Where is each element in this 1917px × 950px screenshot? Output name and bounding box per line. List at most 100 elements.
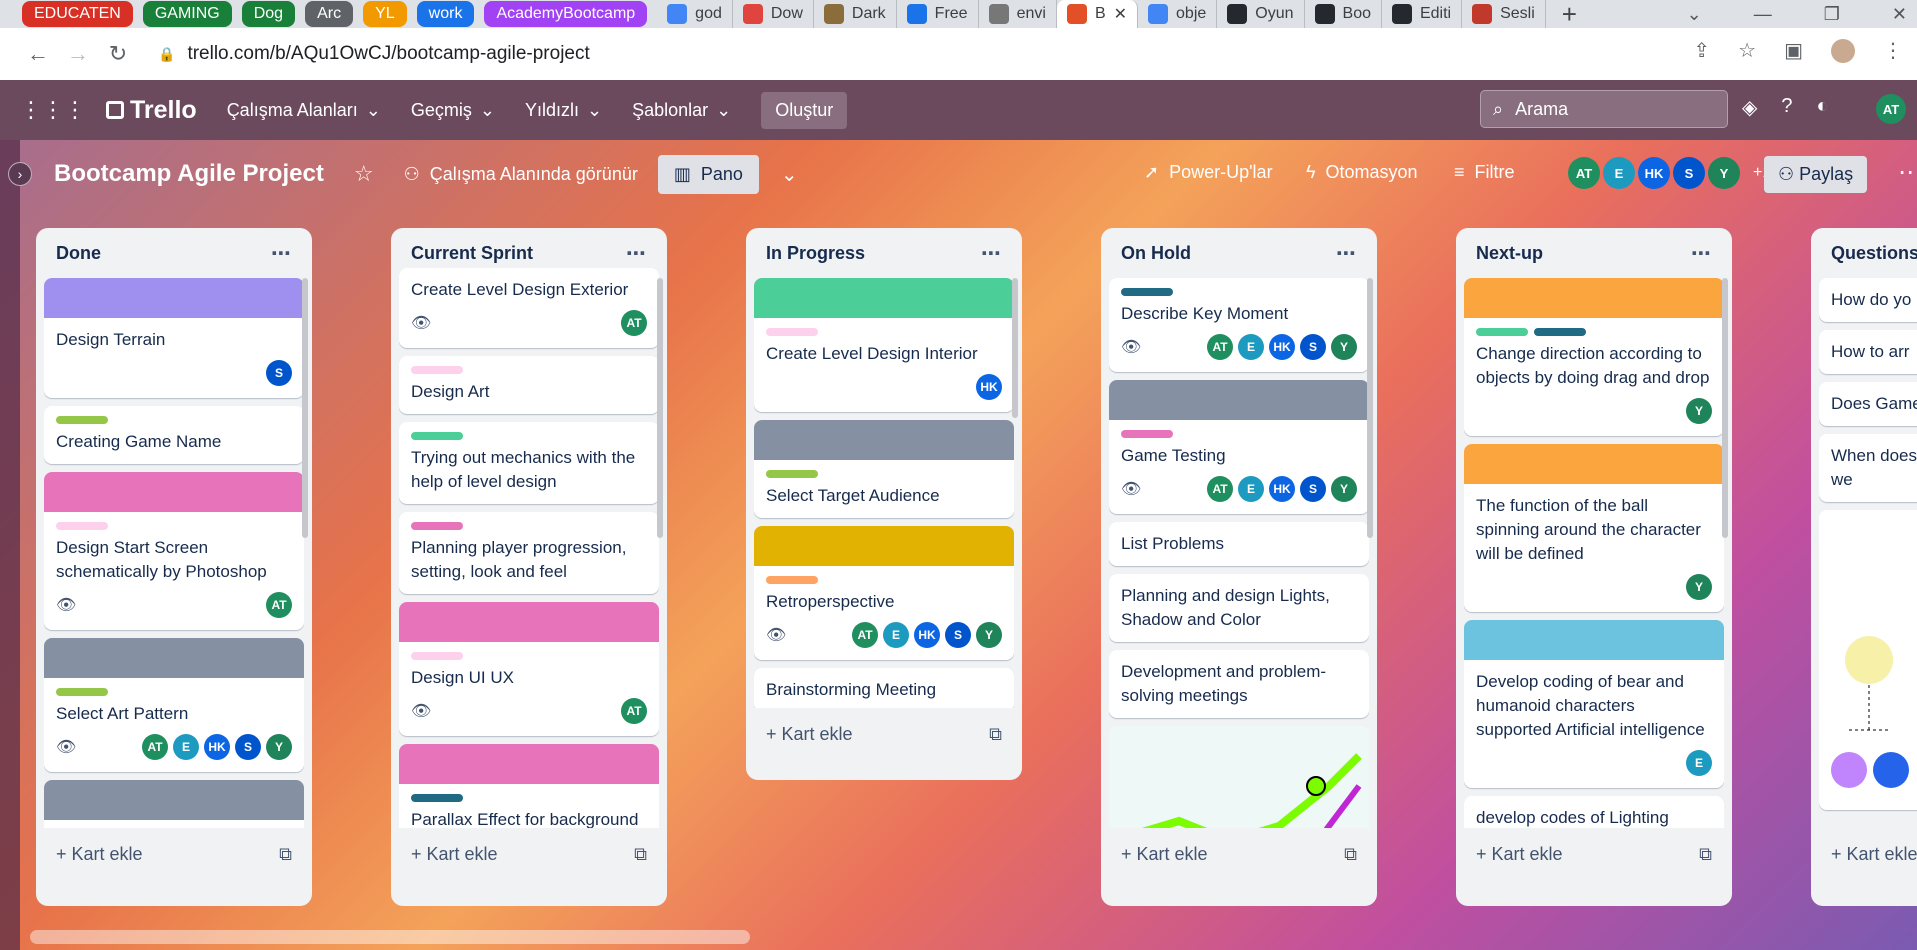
list-menu-icon[interactable]: ⋯ [271,241,292,266]
new-tab-icon[interactable]: + [1562,0,1577,30]
visibility-button[interactable]: ⚇ Çalışma Alanında görünür [404,164,638,185]
filter-button[interactable]: ≡ Filtre [1454,162,1515,183]
browser-tab[interactable]: Sesli [1462,0,1546,28]
member-avatar[interactable]: S [945,622,971,648]
member-avatar[interactable]: Y [1686,398,1712,424]
browser-tab[interactable]: god [657,0,733,28]
back-icon[interactable]: ← [18,41,58,67]
card[interactable]: Does Game [1819,382,1917,426]
minimize-button[interactable]: — [1754,4,1772,25]
tab-group-chip[interactable]: Dog [241,1,296,27]
help-icon[interactable]: ? [1781,95,1792,120]
apps-grid-icon[interactable]: ⋮⋮⋮ [20,97,86,123]
create-from-template-icon[interactable]: ⧉ [989,724,1002,745]
card-label[interactable] [411,432,463,440]
close-window-button[interactable]: ✕ [1892,4,1907,25]
create-from-template-icon[interactable]: ⧉ [279,844,292,865]
card[interactable]: Develop coding of bear and humanoid char… [1464,620,1724,788]
create-from-template-icon[interactable]: ⧉ [1699,844,1712,865]
list-title[interactable]: Next-up [1476,243,1543,264]
member-avatar[interactable]: HK [1269,334,1295,360]
board-menu-icon[interactable]: ⋯ [1898,158,1917,187]
member-avatar[interactable]: Y [1331,334,1357,360]
member-avatar[interactable]: S [1673,157,1705,189]
card-label[interactable] [56,416,108,424]
card[interactable]: Describe Key Moment 👁 AT E HK S Y [1109,278,1369,372]
member-avatar[interactable]: S [1300,334,1326,360]
card[interactable]: Select Target Audience [754,420,1014,518]
list-title[interactable]: In Progress [766,243,865,264]
url-field[interactable]: 🔒 trello.com/b/AQu1OwCJ/bootcamp-agile-p… [158,43,590,65]
member-avatar[interactable]: S [1300,476,1326,502]
card[interactable]: Design Terrain S [44,278,304,398]
member-avatar[interactable]: AT [621,698,647,724]
list-scrollbar[interactable] [1012,278,1018,418]
tab-search-icon[interactable]: ⌄ [1687,4,1702,25]
list-title[interactable]: Current Sprint [411,243,533,264]
automation-button[interactable]: ϟ Otomasyon [1306,162,1418,183]
member-avatar[interactable]: Y [976,622,1002,648]
card[interactable]: Trying out mechanics with the help of le… [399,422,659,504]
create-from-template-icon[interactable]: ⧉ [634,844,647,865]
member-avatar[interactable]: AT [266,592,292,618]
close-tab-icon[interactable]: ✕ [1114,4,1127,24]
member-avatar[interactable]: E [1238,334,1264,360]
member-avatar[interactable]: E [1686,750,1712,776]
member-avatar[interactable]: AT [1207,334,1233,360]
list-title[interactable]: Questions [1831,243,1917,264]
tab-group-chip[interactable]: work [416,1,475,27]
board-view-button[interactable]: ▥ Pano [657,154,759,194]
member-avatar[interactable]: E [1603,157,1635,189]
card[interactable] [44,780,304,828]
member-avatar[interactable]: Y [1331,476,1357,502]
card-label[interactable] [1476,328,1528,336]
list-menu-icon[interactable]: ⋯ [1336,241,1357,266]
member-avatar[interactable]: AT [1207,476,1233,502]
card[interactable]: Game Testing 👁 AT E HK S Y [1109,380,1369,514]
add-card-button[interactable]: + Kart ekle [1831,844,1917,865]
notification-bell-icon[interactable]: ◈ [1742,95,1757,120]
card[interactable]: Creating Game Name [44,406,304,464]
card[interactable]: How to arr [1819,330,1917,374]
tab-group-chip[interactable]: EDUCATEN [22,1,133,27]
card-label[interactable] [1121,288,1173,296]
member-avatar[interactable]: AT [1568,157,1600,189]
member-avatar[interactable]: E [883,622,909,648]
card-label[interactable] [1534,328,1586,336]
horizontal-scrollbar[interactable] [30,930,750,944]
card[interactable]: Create Level Design Interior HK [754,278,1014,412]
member-avatar[interactable]: S [266,360,292,386]
create-from-template-icon[interactable]: ⧉ [1344,844,1357,865]
card[interactable]: Development and problem-solving meetings [1109,650,1369,718]
card[interactable]: Design Art [399,356,659,414]
member-avatar[interactable]: AT [852,622,878,648]
board-title[interactable]: Bootcamp Agile Project [54,160,324,188]
chevron-down-icon[interactable]: ⌄ [781,162,798,187]
card-label[interactable] [766,576,818,584]
add-card-button[interactable]: + Kart ekle [56,844,143,865]
menu-workspaces[interactable]: Çalışma Alanları ⌄ [227,100,381,121]
card-label[interactable] [56,522,108,530]
card[interactable]: Select Art Pattern 👁 AT E HK S Y [44,638,304,772]
star-icon[interactable]: ☆ [354,161,374,187]
menu-recent[interactable]: Geçmiş ⌄ [411,100,495,121]
bookmark-star-icon[interactable]: ☆ [1738,38,1756,63]
lock-icon[interactable]: 🔒 [158,46,175,63]
list-menu-icon[interactable]: ⋯ [981,241,1002,266]
user-avatar[interactable]: AT [1876,94,1906,124]
trello-logo[interactable]: Trello [106,96,197,125]
create-button[interactable]: Oluştur [761,91,848,129]
tab-group-chip[interactable]: YL [363,1,407,27]
share-button[interactable]: ⚇ Paylaş [1764,156,1868,193]
member-avatar[interactable]: E [173,734,199,760]
side-panel-icon[interactable]: ▣ [1784,38,1803,63]
card[interactable]: Retroperspective 👁 AT E HK S Y [754,526,1014,660]
card[interactable]: When does on new sol remote we [1819,434,1917,502]
card[interactable]: Design UI UX 👁 AT [399,602,659,736]
member-avatar[interactable]: HK [1269,476,1295,502]
member-avatar[interactable]: HK [1638,157,1670,189]
card[interactable] [1819,510,1917,810]
list-scrollbar[interactable] [657,278,663,538]
tab-group-chip[interactable]: GAMING [142,1,232,27]
browser-tab[interactable]: Dark [814,0,897,28]
